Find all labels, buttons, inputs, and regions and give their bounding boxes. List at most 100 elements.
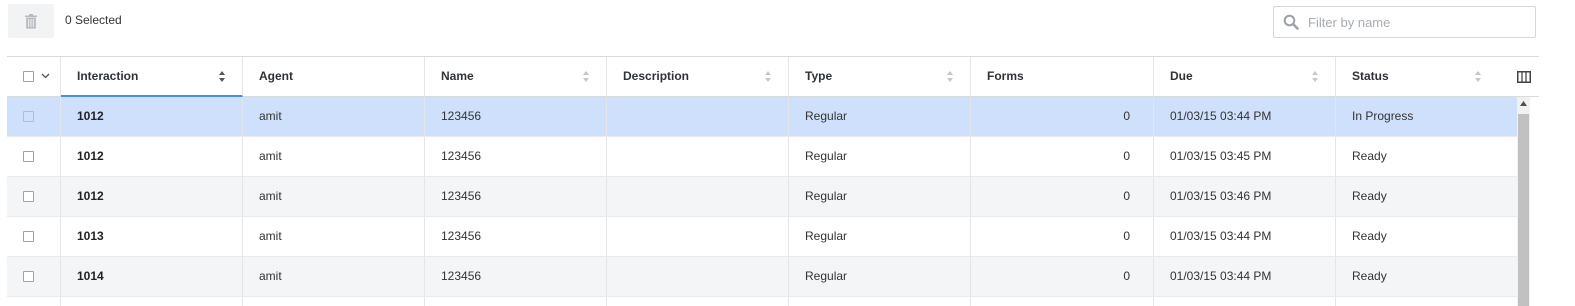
row-select-cell[interactable]: [7, 137, 61, 176]
trash-icon: [25, 13, 37, 29]
select-all-control[interactable]: [7, 57, 61, 96]
interaction-cell: 1012: [61, 97, 243, 136]
column-label: Type: [805, 69, 833, 83]
description-cell: [607, 297, 789, 306]
due-cell: 01/03/15 03:46 PM: [1154, 177, 1336, 216]
name-cell: 123456: [425, 177, 607, 216]
name-cell: 123456: [425, 137, 607, 176]
interaction-cell: 1012: [61, 177, 243, 216]
sort-icon[interactable]: [1475, 71, 1481, 82]
agent-cell: amit: [243, 177, 425, 216]
row-checkbox[interactable]: [23, 111, 34, 122]
column-label: Agent: [259, 69, 293, 83]
status-cell: Ready: [1352, 189, 1387, 203]
forms-cell: 0: [971, 177, 1154, 216]
row-checkbox[interactable]: [23, 151, 34, 162]
agent-cell: [243, 297, 425, 306]
due-cell: 01/03/15 03:44 PM: [1154, 217, 1336, 256]
forms-cell: 0: [971, 97, 1154, 136]
forms-cell: [971, 297, 1154, 306]
forms-cell: 0: [971, 217, 1154, 256]
search-icon: [1283, 14, 1299, 30]
sort-icon[interactable]: [1312, 71, 1318, 82]
row-checkbox[interactable]: [23, 271, 34, 282]
type-cell: [789, 297, 971, 306]
columns-icon[interactable]: [1517, 71, 1531, 83]
status-cell: Ready: [1352, 269, 1387, 283]
column-label: Description: [623, 69, 690, 83]
type-cell: Regular: [789, 177, 971, 216]
name-cell: 123456: [425, 97, 607, 136]
column-header-due[interactable]: Due: [1154, 57, 1336, 96]
search-field[interactable]: [1273, 6, 1536, 38]
type-cell: Regular: [789, 217, 971, 256]
forms-cell: 0: [971, 257, 1154, 296]
row-checkbox[interactable]: [23, 191, 34, 202]
interaction-cell: [61, 297, 243, 306]
type-cell: Regular: [789, 97, 971, 136]
column-label: Status: [1352, 69, 1389, 83]
table-row[interactable]: 1012 amit 123456 Regular 0 01/03/15 03:4…: [7, 137, 1519, 177]
column-label: Name: [441, 69, 474, 83]
name-cell: 123456: [425, 217, 607, 256]
search-input[interactable]: [1308, 11, 1528, 33]
column-label: Forms: [987, 69, 1024, 83]
agent-cell: amit: [243, 217, 425, 256]
select-all-checkbox[interactable]: [23, 71, 34, 82]
column-header-interaction[interactable]: Interaction: [61, 57, 243, 97]
column-header-type[interactable]: Type: [789, 57, 971, 96]
column-header-description[interactable]: Description: [607, 57, 789, 96]
row-select-cell: [7, 297, 61, 306]
table-row: [7, 297, 1519, 306]
interaction-cell: 1012: [61, 137, 243, 176]
name-cell: [425, 297, 607, 306]
due-cell: 01/03/15 03:44 PM: [1154, 257, 1336, 296]
column-header-name[interactable]: Name: [425, 57, 607, 96]
description-cell: [607, 137, 789, 176]
vertical-scrollbar[interactable]: [1517, 97, 1530, 306]
sort-icon[interactable]: [765, 71, 771, 82]
type-cell: Regular: [789, 137, 971, 176]
agent-cell: amit: [243, 137, 425, 176]
row-select-cell[interactable]: [7, 177, 61, 216]
description-cell: [607, 177, 789, 216]
column-label: Interaction: [77, 69, 139, 83]
forms-cell: 0: [971, 137, 1154, 176]
row-checkbox[interactable]: [23, 231, 34, 242]
description-cell: [607, 217, 789, 256]
scroll-up-arrow-icon[interactable]: [1517, 97, 1530, 111]
table-row[interactable]: 1014 amit 123456 Regular 0 01/03/15 03:4…: [7, 257, 1519, 297]
toolbar: 0 Selected: [0, 0, 1575, 57]
due-cell: 01/03/15 03:44 PM: [1154, 97, 1336, 136]
sort-icon[interactable]: [219, 71, 225, 82]
due-cell: [1154, 297, 1336, 306]
chevron-down-icon[interactable]: [41, 72, 50, 80]
name-cell: 123456: [425, 257, 607, 296]
status-cell: In Progress: [1352, 109, 1414, 123]
table-row[interactable]: 1012 amit 123456 Regular 0 01/03/15 03:4…: [7, 177, 1519, 217]
status-cell: Ready: [1352, 149, 1387, 163]
type-cell: Regular: [789, 257, 971, 296]
scrollbar-thumb[interactable]: [1518, 114, 1529, 306]
column-header-status[interactable]: Status: [1336, 57, 1498, 96]
table-row[interactable]: 1012 amit 123456 Regular 0 01/03/15 03:4…: [7, 97, 1519, 137]
interaction-cell: 1013: [61, 217, 243, 256]
column-header-forms[interactable]: Forms: [971, 57, 1154, 96]
status-cell: Ready: [1352, 229, 1387, 243]
table-row[interactable]: 1013 amit 123456 Regular 0 01/03/15 03:4…: [7, 217, 1519, 257]
row-select-cell[interactable]: [7, 97, 61, 136]
interactions-table: Interaction Agent Name Description Type: [7, 56, 1539, 306]
row-select-cell[interactable]: [7, 217, 61, 256]
selected-count: 0 Selected: [65, 13, 122, 27]
column-label: Due: [1170, 69, 1193, 83]
delete-button[interactable]: [8, 4, 54, 38]
description-cell: [607, 97, 789, 136]
agent-cell: amit: [243, 257, 425, 296]
row-select-cell[interactable]: [7, 257, 61, 296]
description-cell: [607, 257, 789, 296]
sort-icon[interactable]: [583, 71, 589, 82]
agent-cell: amit: [243, 97, 425, 136]
column-header-agent[interactable]: Agent: [243, 57, 425, 96]
due-cell: 01/03/15 03:45 PM: [1154, 137, 1336, 176]
sort-icon[interactable]: [947, 71, 953, 82]
